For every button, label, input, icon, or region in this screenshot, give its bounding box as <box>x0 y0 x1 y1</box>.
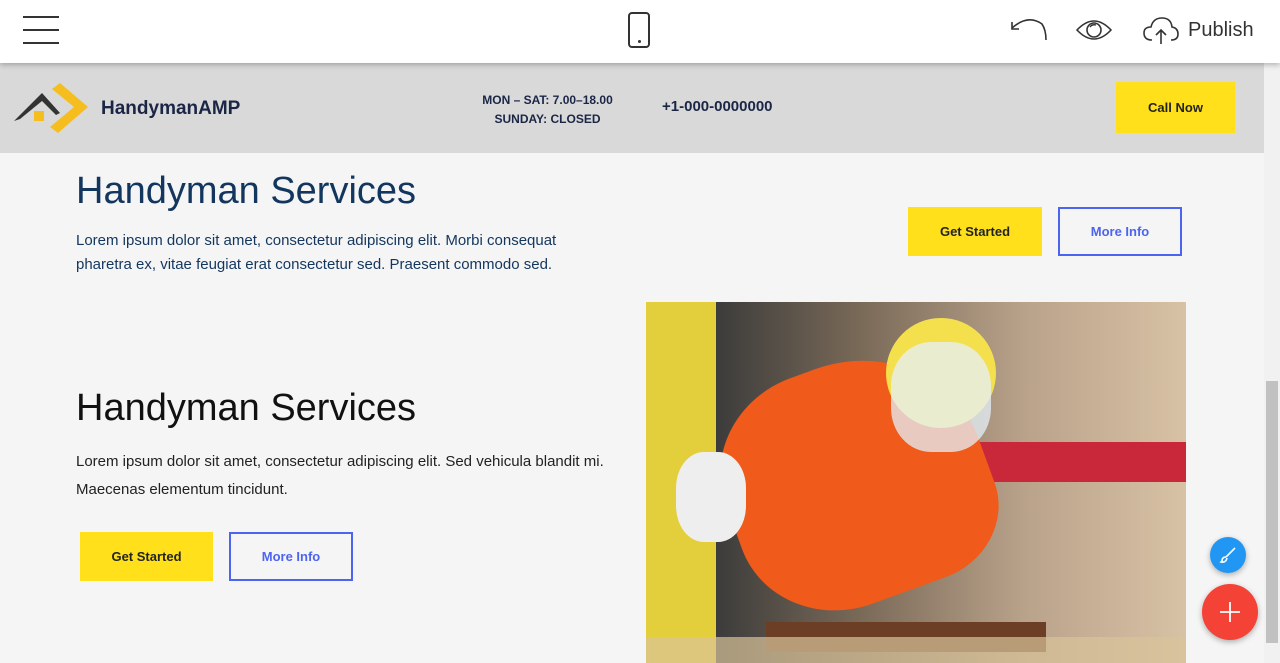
mobile-view-icon[interactable] <box>628 12 650 48</box>
get-started-button[interactable]: Get Started <box>80 532 213 581</box>
worker-photo <box>646 302 1186 663</box>
undo-icon[interactable] <box>1008 14 1048 44</box>
section2-text: Lorem ipsum dolor sit amet, consectetur … <box>76 453 604 498</box>
more-info-button[interactable]: More Info <box>229 532 353 581</box>
section1-text: Lorem ipsum dolor sit amet, consectetur … <box>76 232 557 273</box>
hours-sunday: SUNDAY: CLOSED <box>494 112 601 126</box>
get-started-button[interactable]: Get Started <box>908 207 1042 256</box>
brush-icon <box>1219 547 1236 563</box>
hours-weekdays: MON – SAT: 7.00–18.00 <box>482 93 613 107</box>
logo-icon <box>14 83 88 133</box>
phone-number[interactable]: +1-000-0000000 <box>662 98 773 115</box>
brand-name[interactable]: HandymanAMP <box>101 98 240 120</box>
more-info-button[interactable]: More Info <box>1058 207 1182 256</box>
section1-title: Handyman Services <box>76 170 417 212</box>
scrollbar-thumb[interactable] <box>1266 381 1278 643</box>
edit-style-button[interactable] <box>1210 537 1246 573</box>
site-header: HandymanAMP MON – SAT: 7.00–18.00 SUNDAY… <box>0 63 1264 153</box>
add-block-button[interactable] <box>1202 584 1258 640</box>
publish-button[interactable]: Publish <box>1142 14 1254 46</box>
scrollbar[interactable] <box>1264 63 1280 663</box>
cloud-upload-icon <box>1143 17 1179 44</box>
menu-icon[interactable] <box>23 16 59 44</box>
eye-icon[interactable] <box>1075 14 1113 46</box>
publish-label: Publish <box>1188 18 1254 41</box>
section2-title: Handyman Services <box>76 387 417 429</box>
call-now-button[interactable]: Call Now <box>1116 82 1235 133</box>
editor-toolbar: Publish <box>0 0 1280 63</box>
business-hours: MON – SAT: 7.00–18.00 SUNDAY: CLOSED <box>470 91 625 129</box>
plus-icon <box>1220 602 1240 622</box>
